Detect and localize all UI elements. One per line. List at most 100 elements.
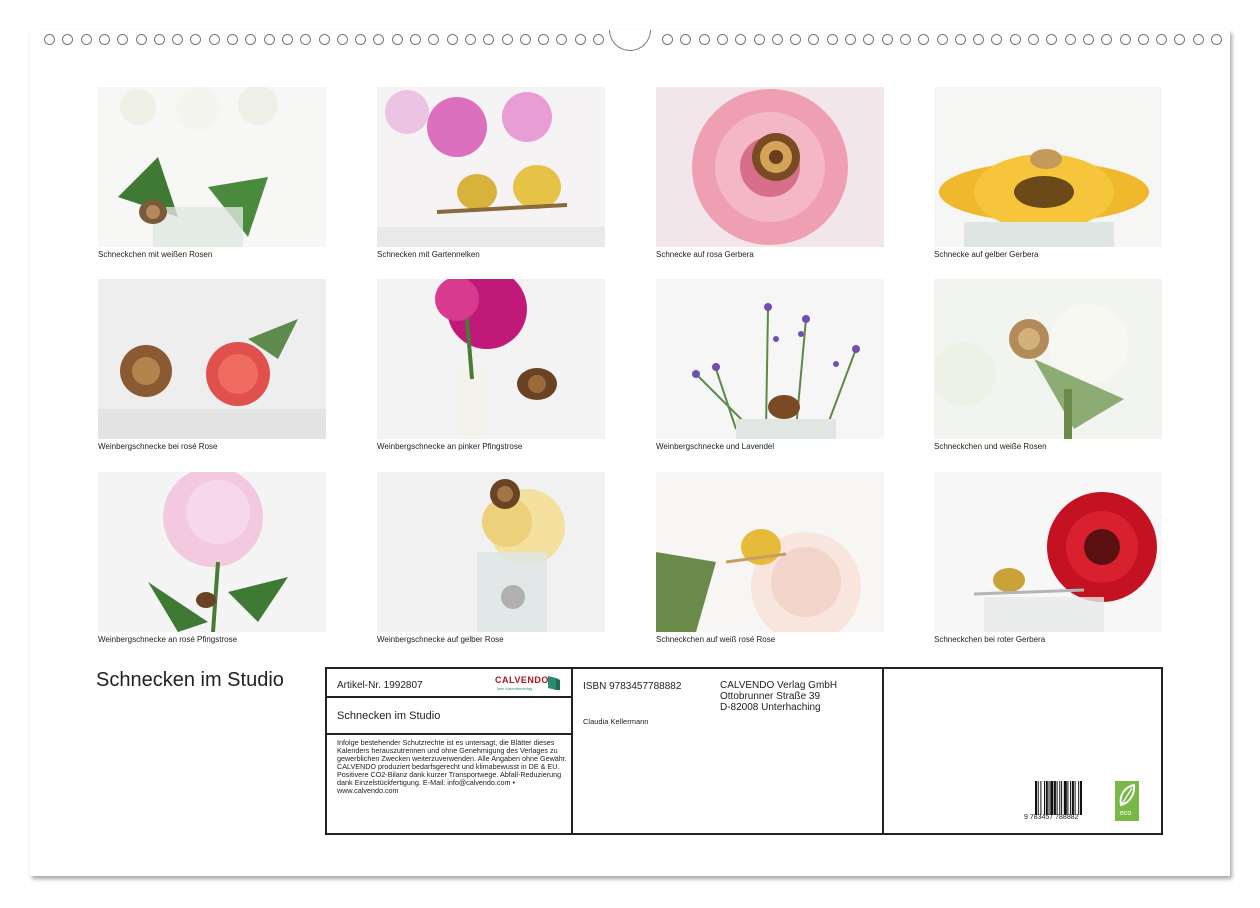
ring-hole	[1028, 34, 1039, 45]
mini-calendar-strip: Februar	[381, 238, 601, 244]
info-box: Artikel-Nr. 1992807 CALVENDO kein Kalend…	[325, 667, 1163, 835]
ring-hole	[446, 34, 458, 45]
ring-hole	[936, 34, 948, 45]
ring-hole	[410, 34, 421, 45]
month-photo: Juni	[377, 279, 605, 439]
publisher-address: CALVENDO Verlag GmbH Ottobrunner Straße …	[720, 680, 838, 713]
photo-image	[934, 472, 1162, 632]
ring-hole	[918, 34, 930, 45]
leaf-icon	[1119, 783, 1136, 807]
ring-hole	[826, 34, 838, 45]
ring-hole	[771, 34, 783, 45]
ring-hole	[1064, 34, 1076, 45]
isbn: ISBN 9783457788882	[583, 681, 682, 692]
ring-hole	[318, 34, 330, 45]
ring-hole	[1211, 34, 1222, 45]
photo-image	[656, 87, 884, 247]
ring-hole	[464, 34, 476, 45]
ring-hole	[881, 34, 893, 45]
mini-calendar-strip: August	[938, 430, 1158, 436]
article-number: Artikel-Nr. 1992807	[337, 680, 423, 691]
ring-hole	[62, 34, 74, 45]
mini-calendar-strip: Mai	[102, 430, 322, 436]
ring-hole	[355, 34, 367, 45]
month-photo: März	[656, 87, 884, 247]
photo-caption: Schneckchen und weiße Rosen	[934, 442, 1047, 451]
ring-hole	[1137, 34, 1149, 45]
ring-hole	[973, 34, 985, 45]
ring-hole	[716, 34, 728, 45]
ring-hole	[954, 34, 966, 45]
ring-hole	[790, 34, 802, 45]
mini-calendar-strip: Januar	[102, 238, 322, 244]
ring-hole	[1192, 34, 1204, 45]
month-photo: Februar	[377, 87, 605, 247]
ring-hole	[227, 34, 238, 45]
mini-calendar-strip: Juli	[660, 430, 880, 436]
ring-hole	[373, 34, 385, 45]
ring-hole	[281, 34, 293, 45]
ring-hole	[991, 34, 1003, 45]
legal-text: Infolge bestehender Schutzrechte ist es …	[337, 738, 567, 795]
month-photo: April	[934, 87, 1162, 247]
photo-caption: Schnecke auf rosa Gerbera	[656, 250, 754, 259]
ring-hole	[845, 34, 856, 45]
photo-caption: Schnecken mit Gartennelken	[377, 250, 480, 259]
mini-calendar-strip: März	[660, 238, 880, 244]
ring-hole	[44, 34, 55, 45]
calvendo-logo: CALVENDO kein Kalenderverlag	[495, 675, 563, 693]
month-photo: Juli	[656, 279, 884, 439]
ring-hole	[574, 34, 586, 45]
ring-hole	[863, 34, 875, 45]
mini-calendar-strip: Oktober	[381, 623, 601, 629]
mini-calendar-strip: November	[660, 623, 880, 629]
ring-hole	[735, 34, 747, 45]
ring-hole	[80, 34, 92, 45]
month-photo: Mai	[98, 279, 326, 439]
ring-hole	[1101, 34, 1113, 45]
ring-hole	[899, 34, 911, 45]
photo-image	[377, 472, 605, 632]
ring-hole	[1156, 34, 1168, 45]
ring-hole	[1082, 34, 1094, 45]
photo-caption: Weinbergschnecke auf gelber Rose	[377, 635, 504, 644]
eco-badge: eco	[1115, 781, 1139, 821]
photo-caption: Weinbergschnecke an pinker Pfingstrose	[377, 442, 523, 451]
mini-calendar-strip: Juni	[381, 430, 601, 436]
ring-hole	[190, 34, 202, 45]
photo-caption: Schneckchen mit weißen Rosen	[98, 250, 213, 259]
calvendo-mark-icon	[548, 676, 560, 690]
photo-image	[98, 279, 326, 439]
ring-hole	[1046, 34, 1058, 45]
photo-image	[98, 472, 326, 632]
ring-hole	[428, 34, 440, 45]
ring-hole	[391, 34, 403, 45]
mini-calendar-strip: April	[938, 238, 1158, 244]
ring-hole	[680, 34, 692, 45]
photo-caption: Weinbergschnecke bei rosé Rose	[98, 442, 218, 451]
ring-hole	[263, 34, 275, 45]
ring-hole	[1119, 34, 1131, 45]
month-photo: August	[934, 279, 1162, 439]
ring-hole	[245, 34, 257, 45]
ring-hole	[135, 34, 147, 45]
ring-hole	[556, 34, 568, 45]
ring-hole	[153, 34, 165, 45]
ring-hole	[98, 34, 110, 45]
ring-hole	[753, 34, 765, 45]
ring-hole	[538, 34, 550, 45]
ring-hole	[662, 34, 673, 45]
author: Claudia Kellermann	[583, 717, 649, 726]
ring-hole	[808, 34, 820, 45]
ring-hole	[593, 34, 604, 45]
month-photo: Dezember	[934, 472, 1162, 632]
photo-caption: Schnecke auf gelber Gerbera	[934, 250, 1039, 259]
month-photo: September	[98, 472, 326, 632]
photo-image	[656, 279, 884, 439]
month-photo: November	[656, 472, 884, 632]
ring-hole	[336, 34, 348, 45]
ring-hole	[501, 34, 513, 45]
ring-hole	[1174, 34, 1186, 45]
info-title: Schnecken im Studio	[337, 710, 441, 722]
ring-hole	[698, 34, 710, 45]
